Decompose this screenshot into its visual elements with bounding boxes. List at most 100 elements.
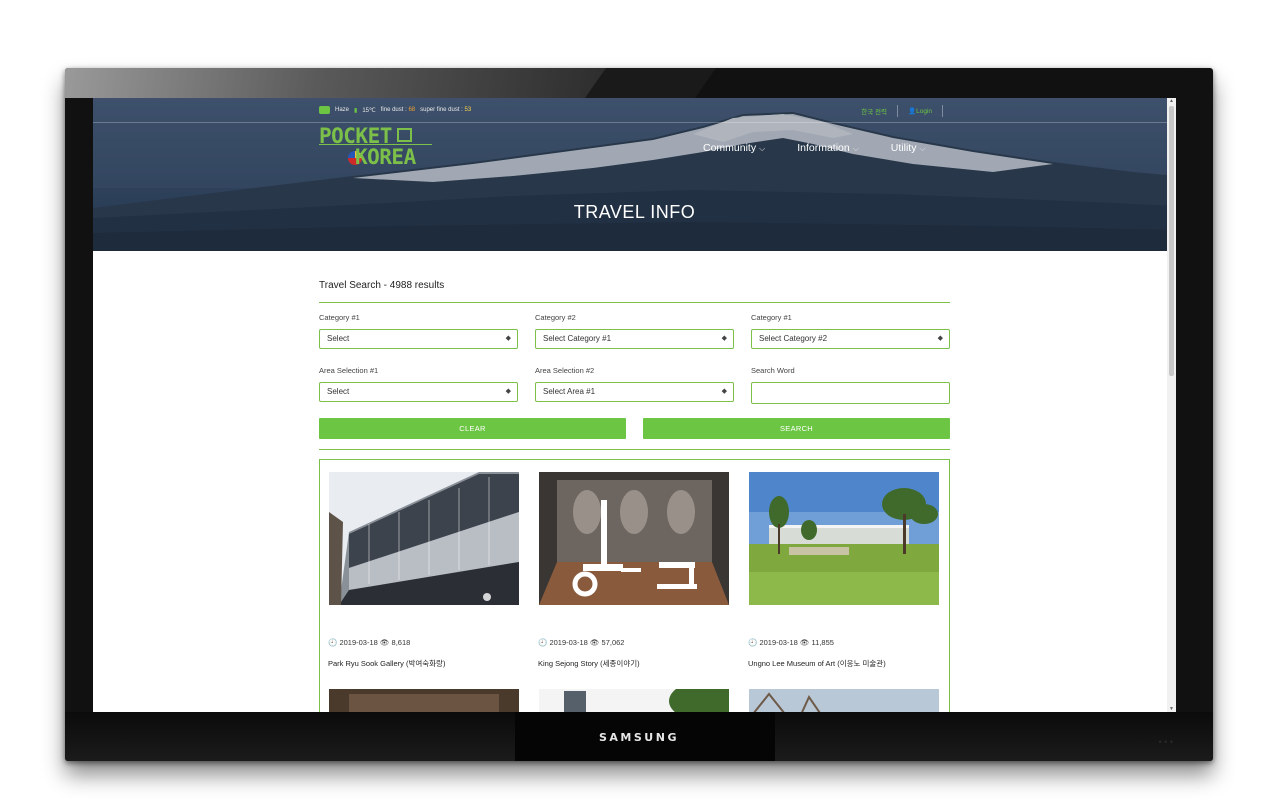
result-views: 11,855: [811, 638, 834, 647]
nav-label: Utility: [890, 142, 917, 154]
user-icon: 👤: [908, 108, 917, 115]
top-info-bar: Haze ▮ 15℃ fine dust : 68 super fine dus…: [319, 104, 943, 120]
fine-dust-info: fine dust : 68: [381, 107, 415, 113]
area1-value: Select: [327, 387, 350, 396]
fine-dust-label: fine dust :: [380, 107, 409, 113]
top-links: 한국 전력 👤Login: [851, 104, 943, 118]
chevron-down-icon: ⌵: [919, 144, 926, 153]
search-word-input[interactable]: [751, 382, 950, 404]
result-views: 57,062: [601, 638, 625, 647]
nav-item-community[interactable]: Community ⌵: [703, 142, 765, 154]
category2-value: Select Category #1: [543, 334, 612, 343]
result-thumbnail-partial[interactable]: [539, 689, 729, 712]
category1-select[interactable]: Select ◆: [319, 329, 518, 349]
area2-select[interactable]: Select Area #1 ◆: [535, 382, 734, 402]
area1-label: Area Selection #1: [319, 366, 379, 375]
result-thumbnail[interactable]: [749, 472, 939, 605]
results-grid: 🕘 2019-03-18 👁 8,618 Park Ryu Sook Galle…: [319, 459, 950, 712]
hangeul-sculpture-image: [539, 472, 729, 605]
category3-select[interactable]: Select Category #2 ◆: [751, 329, 950, 349]
result-thumbnail[interactable]: [539, 472, 729, 605]
partial-image: [539, 689, 729, 712]
museum-lawn-image: [749, 472, 939, 605]
result-views: 8,618: [391, 638, 411, 647]
search-word-label: Search Word: [751, 366, 795, 375]
fine-dust-value: 68: [408, 107, 416, 113]
result-title[interactable]: King Sejong Story (세종이야기): [538, 658, 640, 669]
result-meta: 🕘 2019-03-18 👁 57,062: [538, 638, 624, 647]
monitor-bezel-bottom: SAMSUNG • • •: [65, 712, 1213, 761]
bezel-gloss-edge: [585, 68, 717, 98]
result-title[interactable]: Park Ryu Sook Gallery (박여숙화랑): [328, 658, 445, 669]
partial-image: [329, 689, 519, 712]
category2-select[interactable]: Select Category #1 ◆: [535, 329, 734, 349]
topbar-divider: [93, 122, 1176, 123]
eye-icon: 👁: [589, 638, 600, 647]
haze-weather-icon: [319, 106, 330, 114]
select-arrows-icon: ◆: [937, 335, 943, 342]
search-results-title: Travel Search - 4988 results: [319, 280, 445, 291]
result-meta: 🕘 2019-03-18 👁 8,618: [328, 638, 410, 647]
select-arrows-icon: ◆: [505, 388, 511, 395]
thermometer-icon: ▮: [354, 107, 358, 114]
result-thumbnail[interactable]: [329, 472, 519, 605]
main-nav: Community ⌵ Information ⌵ Utility ⌵: [703, 142, 926, 154]
result-date: 2019-03-18: [339, 638, 378, 647]
temperature-value: 15℃: [362, 107, 376, 114]
result-thumbnail-partial[interactable]: [329, 689, 519, 712]
superfine-dust-value: 53: [464, 107, 472, 113]
clear-button[interactable]: CLEAR: [319, 418, 626, 439]
eye-icon: 👁: [799, 638, 810, 647]
category1-label: Category #1: [319, 313, 360, 322]
language-link[interactable]: 한국 전력: [851, 106, 897, 116]
area1-select[interactable]: Select ◆: [319, 382, 518, 402]
category2-label: Category #2: [535, 313, 576, 322]
divider: [319, 302, 950, 303]
category3-label: Category #1: [751, 313, 792, 322]
site-logo[interactable]: POCKET KOREA: [319, 124, 439, 170]
scrollbar-thumb[interactable]: [1169, 106, 1174, 376]
result-thumbnail-partial[interactable]: [749, 689, 939, 712]
page-scrollbar[interactable]: ▲ ▼: [1167, 98, 1176, 712]
result-date: 2019-03-18: [759, 638, 798, 647]
nav-item-utility[interactable]: Utility ⌵: [891, 142, 926, 154]
nav-label: Community: [703, 142, 757, 154]
partial-image: [749, 689, 939, 712]
superfine-dust-info: super fine dust : 53: [420, 107, 471, 113]
select-arrows-icon: ◆: [721, 335, 727, 342]
category3-value: Select Category #2: [759, 334, 828, 343]
result-meta: 🕘 2019-03-18 👁 11,855: [748, 638, 834, 647]
monitor-frame: Haze ▮ 15℃ fine dust : 68 super fine dus…: [65, 68, 1213, 761]
select-arrows-icon: ◆: [721, 388, 727, 395]
category1-value: Select: [327, 334, 350, 343]
search-button[interactable]: SEARCH: [643, 418, 950, 439]
weather-label: Haze: [335, 107, 350, 113]
chevron-down-icon: ⌵: [759, 144, 766, 153]
login-label: Login: [916, 108, 932, 115]
result-title[interactable]: Ungno Lee Museum of Art (이응노 미술관): [748, 658, 886, 669]
area2-label: Area Selection #2: [535, 366, 595, 375]
browser-viewport: Haze ▮ 15℃ fine dust : 68 super fine dus…: [93, 98, 1176, 712]
area2-value: Select Area #1: [543, 387, 596, 396]
superfine-dust-label: super fine dust :: [420, 107, 465, 113]
eye-icon: 👁: [379, 638, 390, 647]
divider: [942, 105, 943, 117]
brand-label: SAMSUNG: [599, 731, 679, 744]
nav-item-information[interactable]: Information ⌵: [797, 142, 859, 154]
clock-icon: 🕘: [328, 638, 338, 647]
login-link[interactable]: 👤Login: [898, 107, 942, 115]
divider: [319, 449, 950, 450]
power-indicator-icon: • • •: [1158, 737, 1173, 747]
scroll-up-icon[interactable]: ▲: [1168, 98, 1175, 104]
gallery-building-image: [329, 472, 519, 605]
weather-info: Haze ▮ 15℃ fine dust : 68 super fine dus…: [319, 106, 471, 114]
logo-text-bottom: KOREA: [355, 145, 416, 169]
page-title: TRAVEL INFO: [573, 202, 696, 222]
clock-icon: 🕘: [538, 638, 548, 647]
result-date: 2019-03-18: [549, 638, 588, 647]
bezel-gloss: [65, 68, 625, 98]
hero-header: Haze ▮ 15℃ fine dust : 68 super fine dus…: [93, 98, 1176, 251]
select-arrows-icon: ◆: [505, 335, 511, 342]
pocket-box-icon: [397, 128, 412, 142]
hero-overlay: [93, 98, 1176, 251]
